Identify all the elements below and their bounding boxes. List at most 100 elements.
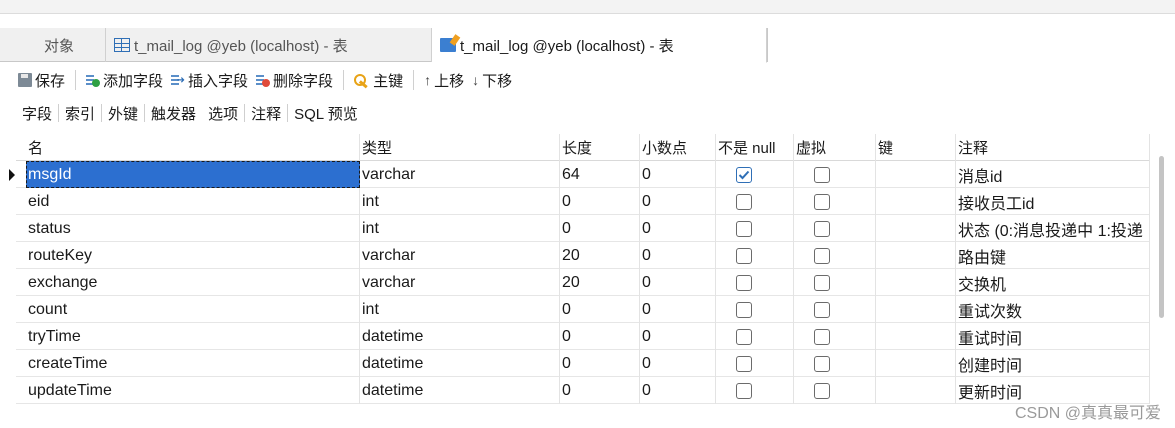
cell-length[interactable]: 0 bbox=[560, 350, 640, 377]
scrollbar-thumb[interactable] bbox=[1159, 156, 1164, 318]
cell-key[interactable] bbox=[876, 377, 956, 404]
cell-name[interactable]: eid bbox=[26, 188, 360, 215]
subtab-indexes[interactable]: 索引 bbox=[59, 101, 101, 125]
cell-length[interactable]: 64 bbox=[560, 161, 640, 188]
cell-virtual[interactable] bbox=[794, 323, 876, 350]
cell-length[interactable]: 0 bbox=[560, 296, 640, 323]
cell-name[interactable]: createTime bbox=[26, 350, 360, 377]
cell-not-null[interactable] bbox=[716, 377, 794, 404]
table-row[interactable]: status int 0 0 状态 (0:消息投递中 1:投递 bbox=[16, 215, 1150, 242]
subtab-options[interactable]: 选项 bbox=[202, 101, 244, 125]
cell-not-null[interactable] bbox=[716, 296, 794, 323]
virtual-checkbox[interactable] bbox=[814, 166, 830, 183]
column-header-key[interactable]: 键 bbox=[876, 134, 956, 161]
virtual-checkbox[interactable] bbox=[814, 274, 830, 291]
cell-length[interactable]: 20 bbox=[560, 242, 640, 269]
cell-virtual[interactable] bbox=[794, 377, 876, 404]
cell-not-null[interactable] bbox=[716, 242, 794, 269]
cell-comment[interactable]: 接收员工id bbox=[956, 188, 1150, 215]
cell-virtual[interactable] bbox=[794, 215, 876, 242]
subtab-fields[interactable]: 字段 bbox=[16, 101, 59, 125]
cell-length[interactable]: 0 bbox=[560, 323, 640, 350]
insert-field-button[interactable]: ➜ 插入字段 bbox=[167, 66, 252, 94]
column-header-type[interactable]: 类型 bbox=[360, 134, 560, 161]
add-field-button[interactable]: 添加字段 bbox=[82, 66, 167, 94]
cell-not-null[interactable] bbox=[716, 269, 794, 296]
not-null-checkbox[interactable] bbox=[736, 328, 752, 345]
tab-table-data[interactable]: t_mail_log @yeb (localhost) - 表 bbox=[106, 28, 432, 62]
cell-type[interactable]: datetime bbox=[360, 377, 560, 404]
cell-key[interactable] bbox=[876, 350, 956, 377]
cell-comment[interactable]: 重试时间 bbox=[956, 323, 1150, 350]
cell-type[interactable]: varchar bbox=[360, 269, 560, 296]
cell-key[interactable] bbox=[876, 323, 956, 350]
move-down-button[interactable]: ↓ 下移 bbox=[468, 66, 516, 94]
table-row[interactable]: msgId varchar 64 0 消息id bbox=[9, 161, 1150, 188]
table-row[interactable]: createTime datetime 0 0 创建时间 bbox=[16, 350, 1150, 377]
cell-type[interactable]: int bbox=[360, 188, 560, 215]
cell-type[interactable]: varchar bbox=[360, 242, 560, 269]
column-header-comment[interactable]: 注释 bbox=[956, 134, 1150, 161]
cell-not-null[interactable] bbox=[716, 350, 794, 377]
cell-decimals[interactable]: 0 bbox=[640, 188, 716, 215]
column-header-length[interactable]: 长度 bbox=[560, 134, 640, 161]
cell-name[interactable]: status bbox=[26, 215, 360, 242]
virtual-checkbox[interactable] bbox=[814, 328, 830, 345]
cell-decimals[interactable]: 0 bbox=[640, 215, 716, 242]
cell-virtual[interactable] bbox=[794, 161, 876, 188]
tab-objects[interactable]: 对象 bbox=[28, 28, 106, 62]
cell-not-null[interactable] bbox=[716, 161, 794, 188]
cell-virtual[interactable] bbox=[794, 242, 876, 269]
cell-key[interactable] bbox=[876, 188, 956, 215]
cell-decimals[interactable]: 0 bbox=[640, 269, 716, 296]
not-null-checkbox[interactable] bbox=[736, 220, 752, 237]
cell-not-null[interactable] bbox=[716, 215, 794, 242]
not-null-checkbox[interactable] bbox=[736, 193, 752, 210]
table-row[interactable]: tryTime datetime 0 0 重试时间 bbox=[16, 323, 1150, 350]
cell-decimals[interactable]: 0 bbox=[640, 296, 716, 323]
column-header-name[interactable]: 名 bbox=[26, 134, 360, 161]
cell-length[interactable]: 0 bbox=[560, 377, 640, 404]
not-null-checkbox[interactable] bbox=[736, 382, 752, 399]
cell-name[interactable]: routeKey bbox=[26, 242, 360, 269]
save-button[interactable]: 保存 bbox=[14, 66, 69, 94]
cell-type[interactable]: varchar bbox=[360, 161, 560, 188]
cell-type[interactable]: datetime bbox=[360, 323, 560, 350]
cell-virtual[interactable] bbox=[794, 350, 876, 377]
virtual-checkbox[interactable] bbox=[814, 193, 830, 210]
cell-name[interactable]: count bbox=[26, 296, 360, 323]
cell-key[interactable] bbox=[876, 269, 956, 296]
column-header-not-null[interactable]: 不是 null bbox=[716, 134, 794, 161]
column-header-decimals[interactable]: 小数点 bbox=[640, 134, 716, 161]
subtab-sql-preview[interactable]: SQL 预览 bbox=[288, 101, 364, 125]
tab-table-design[interactable]: t_mail_log @yeb (localhost) - 表 bbox=[432, 28, 767, 63]
cell-name[interactable]: tryTime bbox=[26, 323, 360, 350]
cell-comment[interactable]: 交换机 bbox=[956, 269, 1150, 296]
cell-not-null[interactable] bbox=[716, 323, 794, 350]
cell-length[interactable]: 20 bbox=[560, 269, 640, 296]
table-row[interactable]: exchange varchar 20 0 交换机 bbox=[16, 269, 1150, 296]
virtual-checkbox[interactable] bbox=[814, 382, 830, 399]
cell-comment[interactable]: 状态 (0:消息投递中 1:投递 bbox=[956, 215, 1150, 242]
cell-comment[interactable]: 重试次数 bbox=[956, 296, 1150, 323]
cell-key[interactable] bbox=[876, 296, 956, 323]
cell-decimals[interactable]: 0 bbox=[640, 323, 716, 350]
cell-virtual[interactable] bbox=[794, 269, 876, 296]
not-null-checkbox[interactable] bbox=[736, 301, 752, 318]
cell-comment[interactable]: 消息id bbox=[956, 161, 1150, 188]
cell-decimals[interactable]: 0 bbox=[640, 242, 716, 269]
cell-length[interactable]: 0 bbox=[560, 188, 640, 215]
cell-decimals[interactable]: 0 bbox=[640, 161, 716, 188]
cell-type[interactable]: int bbox=[360, 296, 560, 323]
vertical-scrollbar[interactable] bbox=[1157, 134, 1167, 404]
cell-key[interactable] bbox=[876, 242, 956, 269]
cell-type[interactable]: datetime bbox=[360, 350, 560, 377]
not-null-checkbox[interactable] bbox=[736, 166, 752, 183]
table-row[interactable]: count int 0 0 重试次数 bbox=[16, 296, 1150, 323]
subtab-triggers[interactable]: 触发器 bbox=[145, 101, 202, 125]
virtual-checkbox[interactable] bbox=[814, 247, 830, 264]
table-row[interactable]: eid int 0 0 接收员工id bbox=[16, 188, 1150, 215]
table-row[interactable]: routeKey varchar 20 0 路由键 bbox=[16, 242, 1150, 269]
subtab-comment[interactable]: 注释 bbox=[245, 101, 287, 125]
not-null-checkbox[interactable] bbox=[736, 247, 752, 264]
